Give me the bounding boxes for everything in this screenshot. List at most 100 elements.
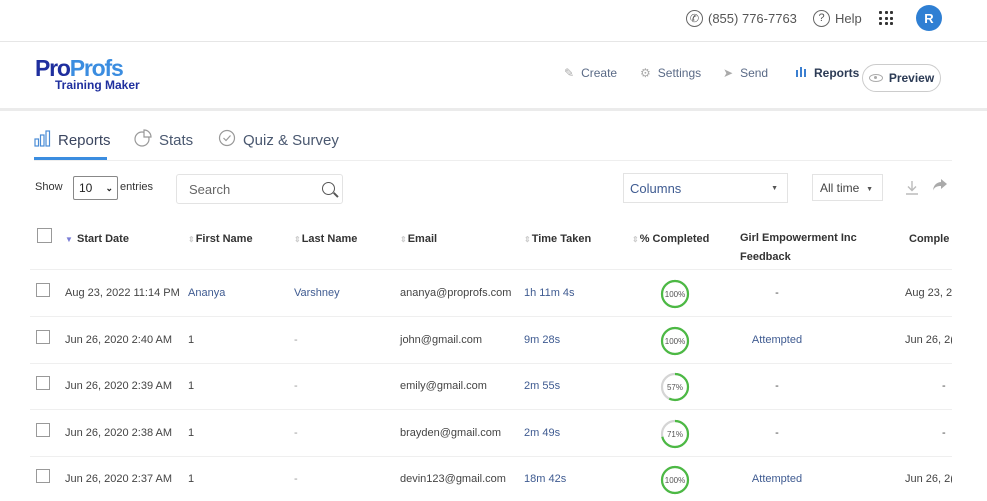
col-label: Last Name [301,233,358,245]
ring-label: 57% [667,383,683,392]
proprofs-logo[interactable]: ProProfs Training Maker [35,57,140,92]
cell-completed: Jun 26, 2( [905,333,952,346]
timeframe-label: All time [820,180,860,195]
nav-reports[interactable]: Reports [796,66,859,80]
completion-ring: 100% [660,279,690,309]
completion-ring: 57% [660,372,690,402]
cell-completed: Aug 23, 2( [905,287,952,299]
cell-email: brayden@gmail.com [400,426,502,439]
nav-settings-label: Settings [657,66,702,80]
table-row[interactable]: Jun 26, 2020 2:37 AM 1 - devin123@gmail.com… [30,456,952,501]
cell-start-date: Jun 26, 2020 2:40 AM [65,333,173,346]
cell-start-date: Jun 26, 2020 2:37 AM [65,473,173,485]
tab-stats-label: Stats [159,131,194,149]
share-icon[interactable] [932,178,948,196]
send-icon: ➤ [723,66,734,80]
col-first-name[interactable]: ⇕First Name [188,233,253,245]
timeframe-dropdown[interactable]: All time ▼ [812,174,883,201]
col-last-name[interactable]: ⇕Last Name [294,233,357,245]
tab-quiz-survey[interactable]: Quiz & Survey [218,128,339,152]
cell-last-name[interactable]: Varshney [294,287,340,299]
preview-button[interactable]: Preview [862,64,941,92]
user-avatar[interactable]: R [916,5,942,31]
cell-first-name: 1 [188,380,195,392]
bar-chart-outline-icon [34,129,51,151]
col-completed[interactable]: Comple [909,233,949,245]
row-checkbox[interactable] [36,469,50,483]
cell-first-name[interactable]: Ananya [188,287,225,299]
cell-feedback: - [775,287,779,299]
active-tab-indicator [34,157,107,160]
cell-last-name: - [294,473,298,485]
eye-icon [868,74,883,82]
col-email[interactable]: ⇕Email [400,233,437,245]
help-link[interactable]: ? Help [813,9,862,27]
columns-label: Columns [630,180,682,196]
table-row[interactable]: Jun 26, 2020 2:40 AM 1 - john@gmail.com 9m 2… [30,317,952,364]
nav-settings[interactable]: ⚙ Settings [640,66,701,80]
select-all-checkbox[interactable] [37,228,52,243]
table-row[interactable]: Aug 23, 2022 11:14 PM Ananya Varshney anany… [30,270,952,317]
tab-reports[interactable]: Reports [34,128,111,152]
nav-reports-label: Reports [814,66,860,80]
phone-link[interactable]: ✆ (855) 776-7763 [686,9,797,27]
ring-label: 100% [665,337,685,346]
table-row[interactable]: Jun 26, 2020 2:39 AM 1 - emily@gmail.com 2m … [30,363,952,410]
caret-down-icon: ▼ [771,185,778,192]
col-label: Time Taken [531,233,592,245]
col-label: Email [407,233,438,245]
download-icon[interactable] [905,180,919,196]
table-header-row: ▼ Start Date ⇕First Name ⇕Last Name ⇕Ema… [30,222,952,270]
cell-time-taken[interactable]: 2m 55s [524,380,560,392]
pie-chart-icon [134,129,152,151]
cell-email: ananya@proprofs.com [400,287,512,299]
tab-stats[interactable]: Stats [134,128,193,152]
row-checkbox[interactable] [36,283,50,297]
entries-label: entries [120,181,154,193]
completion-ring: 100% [660,465,690,495]
cell-time-taken[interactable]: 9m 28s [524,334,560,346]
cell-last-name: - [294,333,298,346]
completion-ring: 100% [660,326,690,355]
table-row[interactable]: Jun 26, 2020 2:38 AM 1 - brayden@gmail.com 2… [30,410,952,457]
sort-desc-icon: ▼ [65,235,73,244]
help-icon: ? [813,9,830,27]
nav-send[interactable]: ➤ Send [723,66,768,80]
cell-time-taken[interactable]: 2m 49s [524,427,560,439]
top-utility-bar: ✆ (855) 776-7763 ? Help R [0,0,987,42]
entries-per-page-select[interactable]: 10 ⌄ [73,176,118,200]
search-input[interactable] [177,175,307,203]
help-label: Help [835,10,862,26]
pencil-icon: ✎ [564,66,575,80]
row-checkbox[interactable] [36,329,50,344]
col-time-taken[interactable]: ⇕Time Taken [524,233,591,245]
nav-send-label: Send [740,66,769,80]
col-start-date[interactable]: ▼ Start Date [65,233,129,245]
cell-feedback[interactable]: Attempted [745,334,809,346]
cell-start-date: Jun 26, 2020 2:39 AM [65,380,173,392]
col-label: Start Date [76,233,129,245]
phone-icon: ✆ [686,9,703,27]
sort-icon: ⇕ [632,235,639,244]
cell-time-taken[interactable]: 1h 11m 4s [524,287,575,299]
row-checkbox[interactable] [36,376,50,390]
check-circle-icon [218,129,236,151]
cell-feedback: - [775,426,779,439]
cell-feedback[interactable]: Attempted [745,473,809,485]
ring-label: 100% [665,476,685,485]
nav-create-label: Create [581,66,618,80]
sort-icon: ⇕ [400,235,407,244]
col-label: % Completed [639,233,710,245]
columns-dropdown[interactable]: Columns ▼ [623,173,788,203]
entries-value: 10 [79,181,93,195]
report-tabs: Reports Stats Quiz & Survey [34,124,952,161]
nav-create[interactable]: ✎ Create [564,66,617,80]
apps-grid-icon[interactable] [879,11,893,25]
cell-time-taken[interactable]: 18m 42s [524,473,566,485]
search-icon[interactable] [322,182,335,195]
col-pct-completed[interactable]: ⇕% Completed [632,233,709,245]
logo-subtitle: Training Maker [55,78,140,92]
row-checkbox[interactable] [36,422,50,437]
cell-feedback: - [775,380,779,392]
completion-ring: 71% [660,419,690,448]
